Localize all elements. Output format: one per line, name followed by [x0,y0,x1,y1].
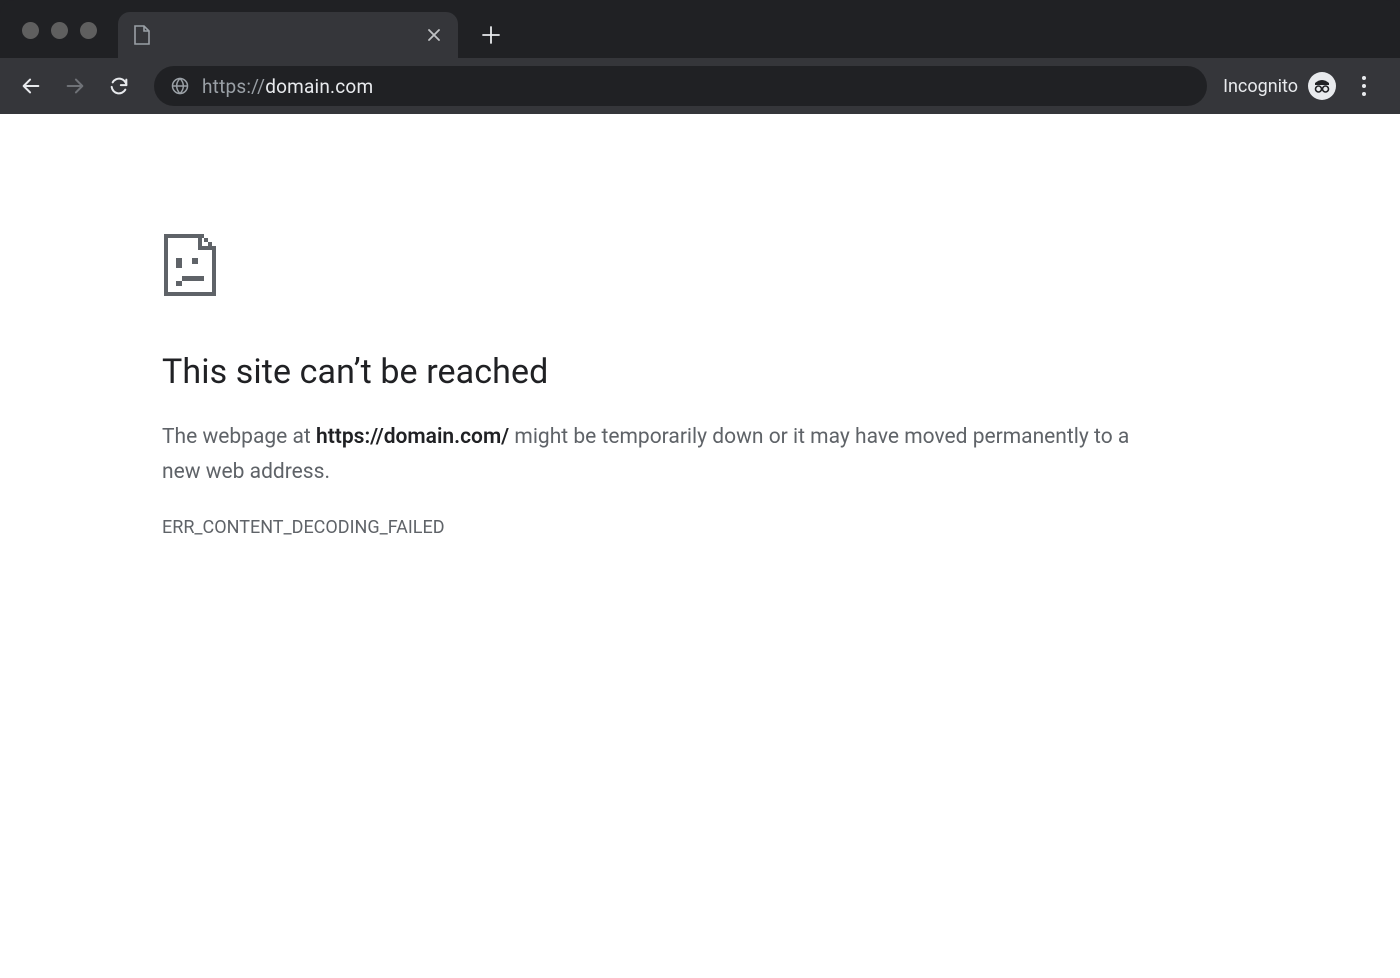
window-maximize-button[interactable] [80,22,97,39]
sad-page-icon [162,232,218,298]
url-text: https://domain.com [202,75,373,98]
tab-strip [0,0,1400,58]
forward-button[interactable] [56,67,94,105]
new-tab-button[interactable] [474,18,508,52]
browser-menu-button[interactable] [1346,68,1382,104]
incognito-label: Incognito [1223,76,1298,97]
url-scheme: https:// [202,75,265,98]
window-minimize-button[interactable] [51,22,68,39]
toolbar-right: Incognito [1223,68,1388,104]
error-heading: This site can’t be reached [162,352,1400,392]
reload-button[interactable] [100,67,138,105]
toolbar: https://domain.com Incognito [0,58,1400,114]
close-tab-button[interactable] [424,25,444,45]
page-content: This site can’t be reached The webpage a… [0,114,1400,978]
window-controls [22,22,97,39]
document-icon [132,25,152,45]
incognito-icon[interactable] [1308,72,1336,100]
globe-icon [170,76,190,96]
error-description: The webpage at https://domain.com/ might… [162,420,1162,489]
active-tab[interactable] [118,12,458,58]
browser-chrome: https://domain.com Incognito [0,0,1400,114]
error-body-url: https://domain.com/ [316,425,509,449]
window-close-button[interactable] [22,22,39,39]
address-bar[interactable]: https://domain.com [154,66,1207,106]
error-body-prefix: The webpage at [162,425,316,449]
back-button[interactable] [12,67,50,105]
url-host: domain.com [265,75,373,98]
error-code: ERR_CONTENT_DECODING_FAILED [162,517,1400,538]
